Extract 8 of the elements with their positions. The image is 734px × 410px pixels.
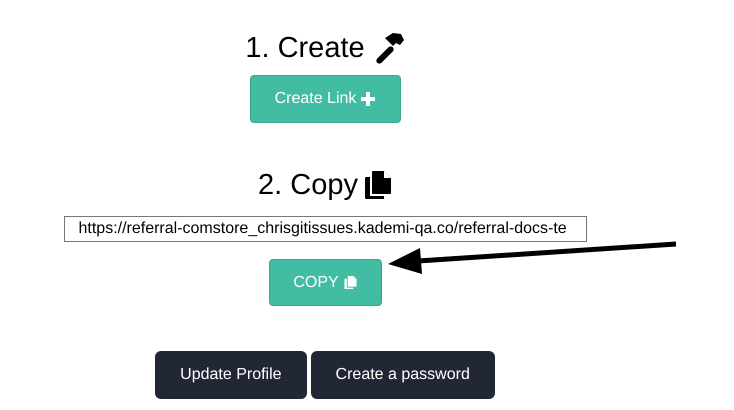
link-field[interactable]: https://referral-comstore_chrisgitissues.kademi-qa.co/referral-docs-te [64,216,586,242]
copy-icon [344,275,357,290]
action-button[interactable]: Update Profile [155,351,307,399]
copy-icon [364,170,392,200]
action-button[interactable]: Create a password [310,351,495,399]
section-heading: 1. Create [245,32,365,64]
plus-icon [361,92,376,106]
section-heading: 2. Copy [258,168,358,202]
